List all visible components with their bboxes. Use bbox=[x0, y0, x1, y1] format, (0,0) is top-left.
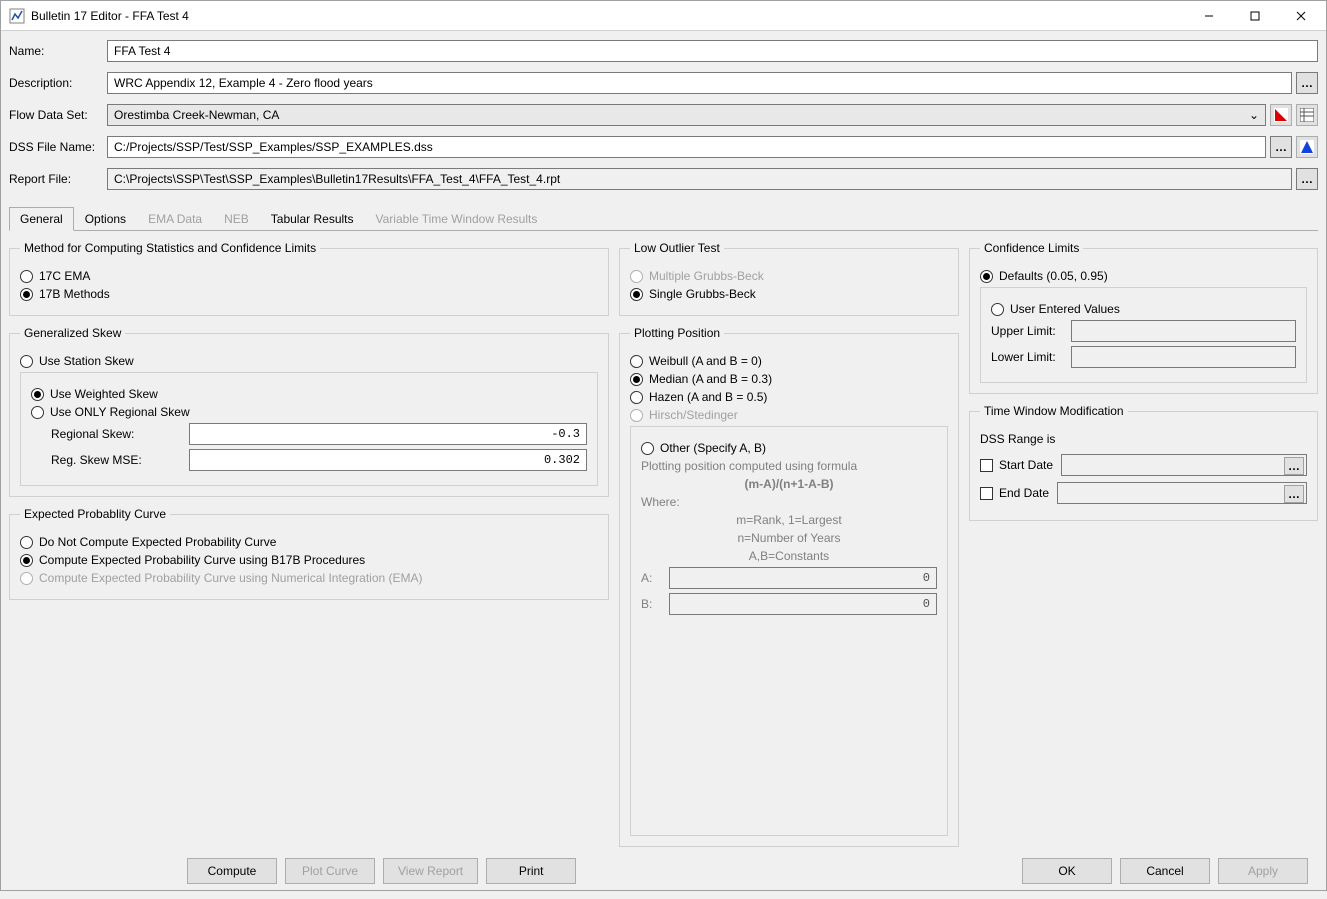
upper-limit-label: Upper Limit: bbox=[991, 324, 1063, 338]
tab-bar: General Options EMA Data NEB Tabular Res… bbox=[9, 207, 1318, 231]
plot-data-icon-button[interactable] bbox=[1270, 104, 1292, 126]
maximize-button[interactable] bbox=[1232, 1, 1278, 31]
lower-limit-input bbox=[1071, 346, 1296, 368]
plotting-legend: Plotting Position bbox=[630, 326, 724, 340]
tab-options[interactable]: Options bbox=[74, 207, 137, 231]
dss-file-input[interactable] bbox=[107, 136, 1266, 158]
plotting-ab: A,B=Constants bbox=[641, 549, 937, 563]
flow-data-select[interactable]: Orestimba Creek-Newman, CA ⌄ bbox=[107, 104, 1266, 126]
expected-group: Expected Probablity Curve Do Not Compute… bbox=[9, 507, 609, 600]
radio-expected-ema: Compute Expected Probability Curve using… bbox=[20, 571, 598, 585]
time-window-group: Time Window Modification DSS Range is St… bbox=[969, 404, 1318, 521]
regional-skew-input[interactable] bbox=[189, 423, 587, 445]
expected-legend: Expected Probablity Curve bbox=[20, 507, 170, 521]
check-start-date[interactable]: Start Date bbox=[980, 458, 1053, 472]
titlebar: Bulletin 17 Editor - FFA Test 4 bbox=[1, 1, 1326, 31]
compute-button[interactable]: Compute bbox=[187, 858, 277, 884]
radio-single-grubbs[interactable]: Single Grubbs-Beck bbox=[630, 287, 948, 301]
upper-limit-input bbox=[1071, 320, 1296, 342]
start-date-browse: … bbox=[1284, 457, 1304, 475]
apply-button: Apply bbox=[1218, 858, 1308, 884]
lower-limit-label: Lower Limit: bbox=[991, 350, 1063, 364]
report-file-input bbox=[107, 168, 1292, 190]
b-label: B: bbox=[641, 597, 661, 611]
name-label: Name: bbox=[9, 44, 103, 58]
outlier-legend: Low Outlier Test bbox=[630, 241, 724, 255]
skew-legend: Generalized Skew bbox=[20, 326, 125, 340]
radio-expected-b17b[interactable]: Compute Expected Probability Curve using… bbox=[20, 553, 598, 567]
time-window-legend: Time Window Modification bbox=[980, 404, 1128, 418]
skew-group: Generalized Skew Use Station Skew Use We… bbox=[9, 326, 609, 497]
radio-other-ab[interactable]: Other (Specify A, B) bbox=[641, 441, 937, 455]
radio-hirsch: Hirsch/Stedinger bbox=[630, 408, 948, 422]
plotting-where: Where: bbox=[641, 495, 937, 509]
outlier-group: Low Outlier Test Multiple Grubbs-Beck Si… bbox=[619, 241, 959, 316]
method-legend: Method for Computing Statistics and Conf… bbox=[20, 241, 320, 255]
radio-conf-user[interactable]: User Entered Values bbox=[991, 302, 1296, 316]
method-group: Method for Computing Statistics and Conf… bbox=[9, 241, 609, 316]
skew-mse-input[interactable] bbox=[189, 449, 587, 471]
report-browse-button[interactable]: … bbox=[1296, 168, 1318, 190]
window-title: Bulletin 17 Editor - FFA Test 4 bbox=[31, 9, 1186, 23]
description-input[interactable] bbox=[107, 72, 1292, 94]
radio-regional-skew[interactable]: Use ONLY Regional Skew bbox=[31, 405, 587, 419]
plotting-m: m=Rank, 1=Largest bbox=[641, 513, 937, 527]
tab-variable-time-window: Variable Time Window Results bbox=[365, 207, 549, 231]
radio-17b-methods[interactable]: 17B Methods bbox=[20, 287, 598, 301]
plotting-formula: (m-A)/(n+1-A-B) bbox=[641, 477, 937, 491]
start-date-input: … bbox=[1061, 454, 1307, 476]
radio-17c-ema[interactable]: 17C EMA bbox=[20, 269, 598, 283]
cancel-button[interactable]: Cancel bbox=[1120, 858, 1210, 884]
regional-skew-label: Regional Skew: bbox=[51, 427, 181, 441]
dss-plot-icon-button[interactable] bbox=[1296, 136, 1318, 158]
plotting-group: Plotting Position Weibull (A and B = 0) … bbox=[619, 326, 959, 847]
radio-median[interactable]: Median (A and B = 0.3) bbox=[630, 372, 948, 386]
plot-curve-button: Plot Curve bbox=[285, 858, 375, 884]
radio-conf-defaults[interactable]: Defaults (0.05, 0.95) bbox=[980, 269, 1307, 283]
tab-general[interactable]: General bbox=[9, 207, 74, 231]
radio-multiple-grubbs: Multiple Grubbs-Beck bbox=[630, 269, 948, 283]
dss-file-label: DSS File Name: bbox=[9, 140, 103, 154]
radio-station-skew[interactable]: Use Station Skew bbox=[20, 354, 598, 368]
plotting-n: n=Number of Years bbox=[641, 531, 937, 545]
a-input bbox=[669, 567, 937, 589]
end-date-browse: … bbox=[1284, 485, 1304, 503]
tab-neb: NEB bbox=[213, 207, 260, 231]
confidence-group: Confidence Limits Defaults (0.05, 0.95) … bbox=[969, 241, 1318, 394]
radio-weibull[interactable]: Weibull (A and B = 0) bbox=[630, 354, 948, 368]
dss-browse-button[interactable]: … bbox=[1270, 136, 1292, 158]
table-data-icon-button[interactable] bbox=[1296, 104, 1318, 126]
flow-data-value: Orestimba Creek-Newman, CA bbox=[114, 108, 279, 122]
minimize-button[interactable] bbox=[1186, 1, 1232, 31]
radio-expected-none[interactable]: Do Not Compute Expected Probability Curv… bbox=[20, 535, 598, 549]
description-browse-button[interactable]: … bbox=[1296, 72, 1318, 94]
radio-weighted-skew[interactable]: Use Weighted Skew bbox=[31, 387, 587, 401]
end-date-input: … bbox=[1057, 482, 1307, 504]
b-input bbox=[669, 593, 937, 615]
radio-hazen[interactable]: Hazen (A and B = 0.5) bbox=[630, 390, 948, 404]
flow-data-label: Flow Data Set: bbox=[9, 108, 103, 122]
name-input[interactable] bbox=[107, 40, 1318, 62]
print-button[interactable]: Print bbox=[486, 858, 576, 884]
description-label: Description: bbox=[9, 76, 103, 90]
close-button[interactable] bbox=[1278, 1, 1324, 31]
tab-tabular-results[interactable]: Tabular Results bbox=[260, 207, 365, 231]
bottom-bar: Compute Plot Curve View Report Print OK … bbox=[9, 851, 1318, 891]
ok-button[interactable]: OK bbox=[1022, 858, 1112, 884]
dss-range-label: DSS Range is bbox=[980, 432, 1307, 446]
app-icon bbox=[9, 8, 25, 24]
confidence-legend: Confidence Limits bbox=[980, 241, 1083, 255]
tab-ema-data: EMA Data bbox=[137, 207, 213, 231]
skew-mse-label: Reg. Skew MSE: bbox=[51, 453, 181, 467]
plotting-info-1: Plotting position computed using formula bbox=[641, 459, 937, 473]
check-end-date[interactable]: End Date bbox=[980, 486, 1049, 500]
chevron-down-icon: ⌄ bbox=[1249, 108, 1259, 122]
view-report-button: View Report bbox=[383, 858, 478, 884]
editor-window: Bulletin 17 Editor - FFA Test 4 Name: De… bbox=[0, 0, 1327, 891]
report-file-label: Report File: bbox=[9, 172, 103, 186]
a-label: A: bbox=[641, 571, 661, 585]
